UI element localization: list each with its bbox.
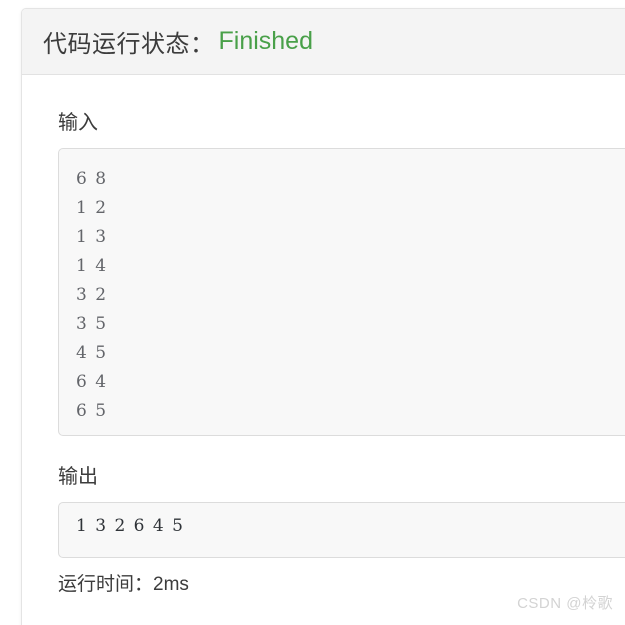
code-result-card: 代码运行状态： Finished 输入 6 8 1 2 1 3 1 4 3 2 … (21, 8, 625, 625)
runtime-label: 运行时间： (58, 574, 154, 595)
input-line: 4 5 (76, 343, 108, 363)
page-root: 代码运行状态： Finished 输入 6 8 1 2 1 3 1 4 3 2 … (0, 0, 625, 625)
input-line: 6 4 (76, 372, 108, 392)
input-line: 6 8 (76, 169, 108, 189)
run-status-value: Finished (218, 27, 314, 55)
input-textarea[interactable]: 6 8 1 2 1 3 1 4 3 2 3 5 4 5 6 4 6 5 (58, 148, 625, 436)
csdn-watermark: CSDN @柃歌 (517, 595, 613, 612)
input-line: 1 4 (76, 256, 108, 276)
output-textarea[interactable]: 1 3 2 6 4 5 (58, 502, 625, 558)
runtime-value: 2ms (153, 574, 189, 595)
input-line: 3 5 (76, 314, 108, 334)
output-line: 1 3 2 6 4 5 (76, 516, 185, 536)
input-line: 1 2 (76, 198, 108, 218)
output-section-label: 输出 (58, 466, 98, 488)
input-line: 1 3 (76, 227, 108, 247)
input-line: 3 2 (76, 285, 108, 305)
input-section-label: 输入 (58, 112, 98, 134)
card-body: 输入 6 8 1 2 1 3 1 4 3 2 3 5 4 5 6 4 6 5 输… (22, 75, 625, 597)
input-line: 6 5 (76, 401, 108, 421)
card-header: 代码运行状态： Finished (22, 9, 625, 75)
run-status-label: 代码运行状态： (43, 31, 215, 58)
